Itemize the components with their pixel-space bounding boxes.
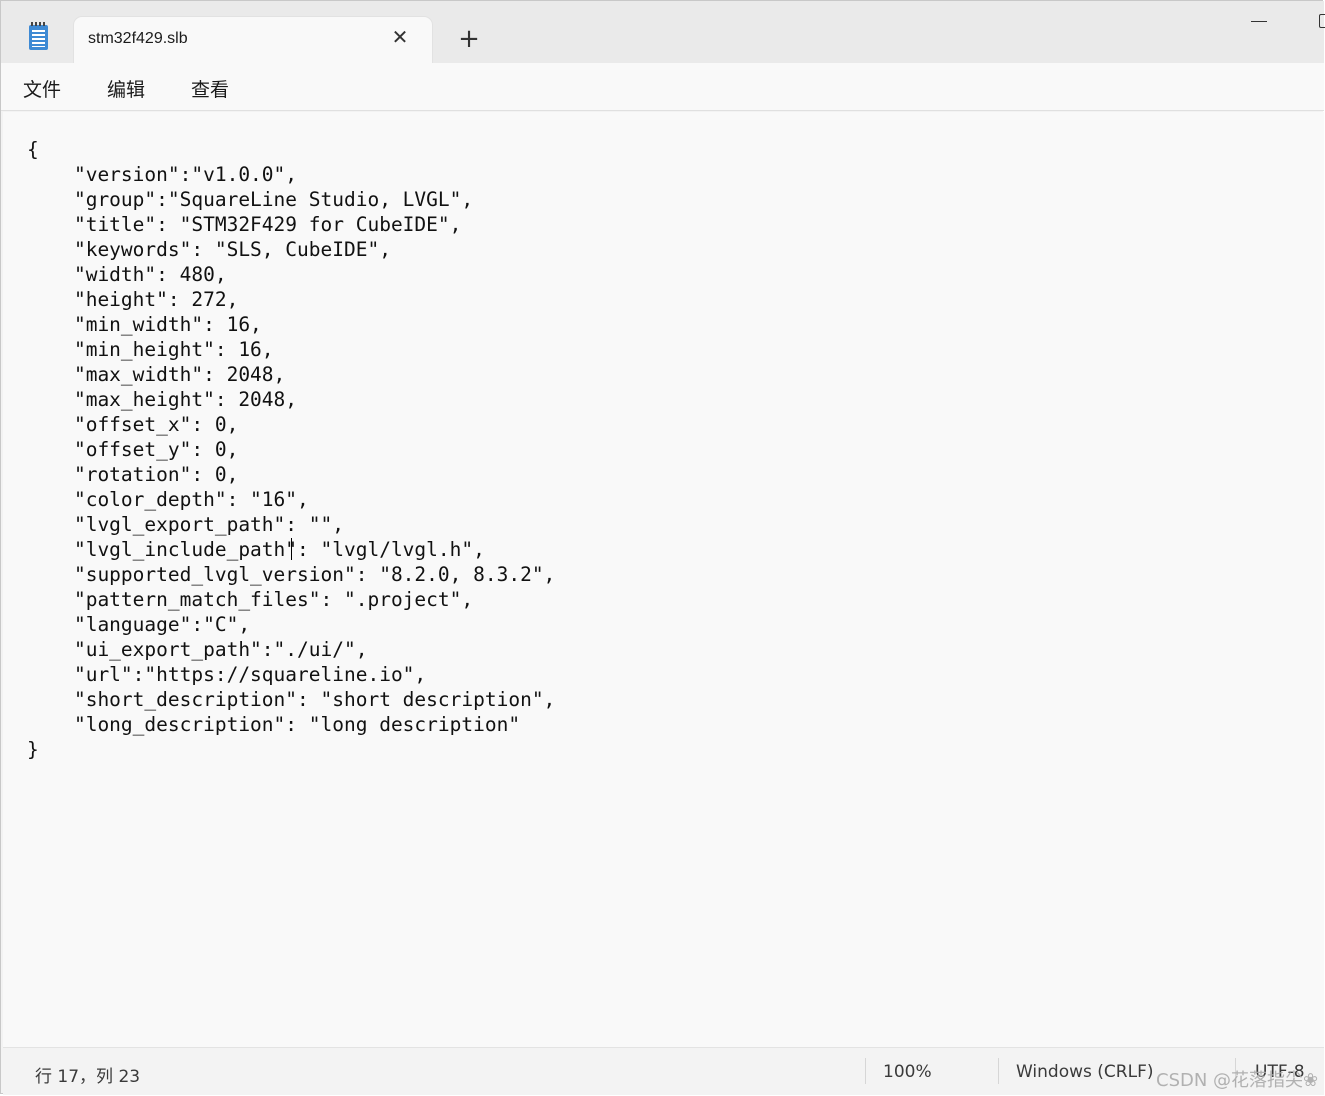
menu-view[interactable]: 查看	[191, 75, 229, 102]
code-line: "offset_x": 0,	[27, 413, 239, 436]
code-line: "color_depth": "16",	[27, 488, 309, 511]
code-line: "short_description": "short description"…	[27, 688, 556, 711]
code-line: "ui_export_path":"./ui/",	[27, 638, 368, 661]
code-line: "version":"v1.0.0",	[27, 163, 298, 186]
cursor-position: 行 17，列 23	[35, 1067, 141, 1087]
zoom-level: 100%	[883, 1062, 932, 1082]
new-tab-button[interactable]: +	[457, 26, 481, 52]
code-line: "language":"C",	[27, 613, 251, 636]
title-bar: stm32f429.slb ✕ +	[1, 1, 1325, 63]
code-line: "long_description": "long description"	[27, 713, 521, 736]
code-line: "lvgl_export_path": "",	[27, 513, 344, 536]
code-line: "min_width": 16,	[27, 313, 262, 336]
code-line: "url":"https://squareline.io",	[27, 663, 427, 686]
code-line: "keywords": "SLS, CubeIDE",	[27, 238, 391, 261]
menu-file[interactable]: 文件	[23, 75, 61, 102]
code-line: "width": 480,	[27, 263, 227, 286]
code-line: "height": 272,	[27, 288, 239, 311]
status-divider	[865, 1058, 866, 1084]
code-line: {	[27, 138, 39, 161]
maximize-icon[interactable]	[1319, 14, 1325, 28]
code-line: "max_width": 2048,	[27, 363, 286, 386]
status-bar: 行 17，列 23 100% Windows (CRLF) UTF-8	[3, 1047, 1324, 1095]
editor-content[interactable]: { "version":"v1.0.0", "group":"SquareLin…	[27, 137, 555, 762]
code-line: "title": "STM32F429 for CubeIDE",	[27, 213, 462, 236]
tab-stm32f429[interactable]: stm32f429.slb ✕	[74, 17, 432, 63]
code-line: "rotation": 0,	[27, 463, 239, 486]
line-ending: Windows (CRLF)	[1016, 1062, 1154, 1082]
text-caret	[291, 538, 292, 560]
code-line: "pattern_match_files": ".project",	[27, 588, 474, 611]
text-editor[interactable]: { "version":"v1.0.0", "group":"SquareLin…	[3, 112, 1324, 1047]
csdn-watermark: CSDN @花落指尖❀	[1156, 1070, 1319, 1091]
code-line: }	[27, 738, 39, 761]
notepad-window: stm32f429.slb ✕ + 文件 编辑 查看 { "version":"…	[0, 0, 1325, 1095]
menu-edit[interactable]: 编辑	[107, 75, 145, 102]
tab-title: stm32f429.slb	[88, 30, 188, 47]
code-line: "offset_y": 0,	[27, 438, 239, 461]
notepad-app-icon	[29, 22, 48, 50]
code-line: "max_height": 2048,	[27, 388, 298, 411]
close-tab-icon[interactable]: ✕	[390, 27, 410, 47]
code-line: "group":"SquareLine Studio, LVGL",	[27, 188, 474, 211]
code-line: "min_height": 16,	[27, 338, 274, 361]
code-line: "supported_lvgl_version": "8.2.0, 8.3.2"…	[27, 563, 556, 586]
menu-bar: 文件 编辑 查看	[1, 63, 1324, 111]
minimize-icon[interactable]	[1251, 21, 1267, 22]
status-divider	[998, 1058, 999, 1084]
code-line: "lvgl_include_path": "lvgl/lvgl.h",	[27, 538, 485, 561]
